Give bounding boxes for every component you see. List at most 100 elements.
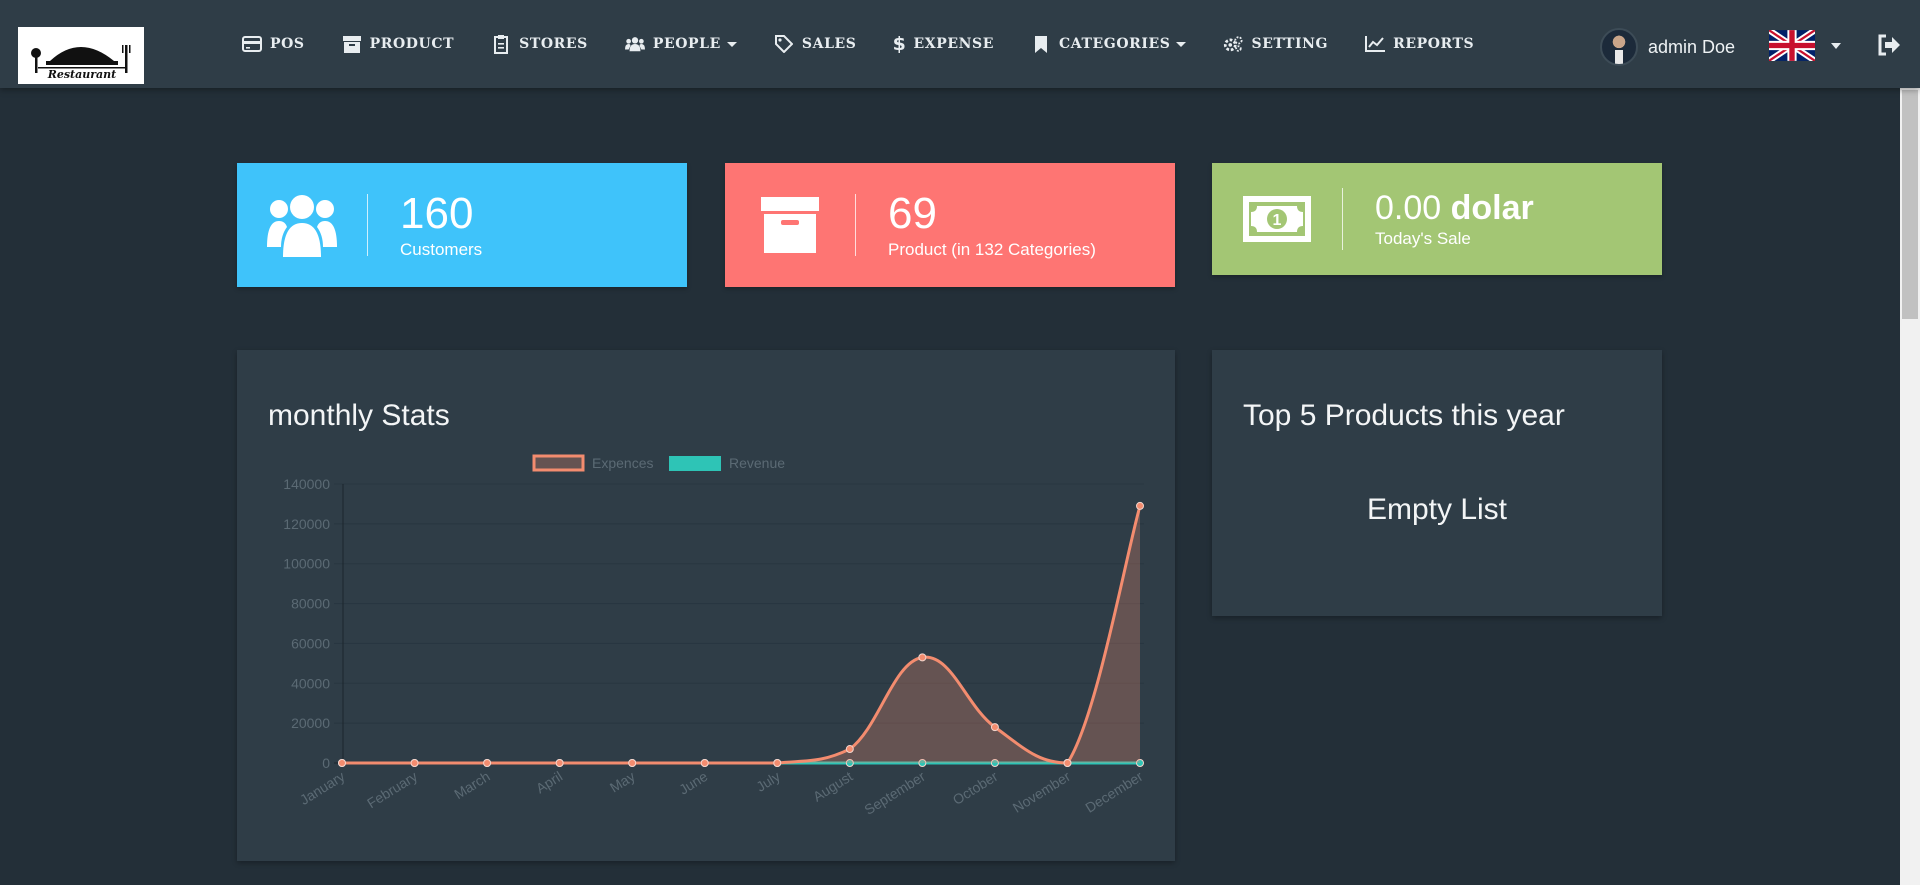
nav-people-label: PEOPLE <box>652 36 721 52</box>
nav-pos-label: POS <box>270 36 305 52</box>
logo-text: Restaurant <box>47 68 117 81</box>
cogs-icon <box>1223 34 1244 54</box>
legend-swatch-expences <box>532 454 585 472</box>
nav-people[interactable]: PEOPLE <box>624 0 737 88</box>
logout-icon[interactable] <box>1877 34 1901 56</box>
x-tick-label: April <box>533 768 565 796</box>
expences-point <box>555 759 564 767</box>
legend-label-expences: Expences <box>592 455 653 471</box>
expences-area <box>342 505 1140 763</box>
expences-point <box>410 759 419 767</box>
language-dropdown-caret-icon[interactable] <box>1831 43 1841 49</box>
nav-stores[interactable]: STORES <box>491 0 588 88</box>
monthly-stats-panel: monthly Stats 0 20000 40000 60000 80000 10000… <box>237 350 1175 861</box>
chevron-down-icon <box>726 41 737 47</box>
customers-count: 160 <box>400 189 474 238</box>
card-divider <box>1342 188 1343 250</box>
x-tick-label: May <box>607 768 638 796</box>
x-tick-label: July <box>753 768 783 795</box>
x-tick-label: November <box>1010 768 1074 816</box>
y-tick-label: 80000 <box>291 596 330 612</box>
nav-sales-label: SALES <box>801 36 857 52</box>
user-name: admin Doe <box>1648 36 1736 57</box>
credit-card-icon <box>242 34 262 54</box>
x-tick-label: February <box>364 768 420 811</box>
sales-amount: 0.00 dolar <box>1375 189 1534 227</box>
products-card[interactable]: 69 Product (in 132 Categories) <box>725 163 1175 287</box>
users-icon <box>624 34 645 54</box>
y-tick-label: 100000 <box>283 556 330 572</box>
x-tick-label: October <box>950 768 1001 808</box>
nav-setting[interactable]: SETTING <box>1223 0 1328 88</box>
empty-list-message: Empty List <box>1366 493 1508 526</box>
users-icon <box>237 193 367 257</box>
expences-point <box>990 723 999 732</box>
expences-point <box>845 745 854 754</box>
sales-label: Today's Sale <box>1375 229 1471 248</box>
scrollbar-thumb[interactable] <box>1902 90 1918 319</box>
main-menu: POS PRODUCT STORES PEOPLE SALES $ EXPENS… <box>242 0 1511 88</box>
expences-point <box>628 759 637 767</box>
user-menu[interactable]: admin Doe <box>1600 28 1735 66</box>
money-bill-icon: 1 <box>1212 196 1342 242</box>
card-divider <box>855 194 856 256</box>
archive-icon <box>342 34 362 54</box>
expences-point <box>773 759 782 767</box>
monthly-stats-chart: 0 20000 40000 60000 80000 100000 120000 140000 J… <box>283 454 1146 818</box>
sales-value: 0.00 <box>1375 189 1442 227</box>
nav-pos[interactable]: POS <box>242 0 305 88</box>
y-tick-label: 20000 <box>291 715 330 731</box>
svg-text:1: 1 <box>1273 212 1282 229</box>
nav-setting-label: SETTING <box>1251 36 1329 52</box>
legend-label-revenue: Revenue <box>729 455 785 471</box>
nav-expense[interactable]: $ EXPENSE <box>892 0 995 88</box>
clipboard-icon <box>491 34 511 54</box>
uk-flag-icon[interactable] <box>1767 27 1817 64</box>
expences-point <box>338 759 346 767</box>
chevron-down-icon <box>1176 41 1187 47</box>
x-tick-label: June <box>676 768 710 798</box>
nav-categories[interactable]: CATEGORIES <box>1031 0 1187 88</box>
y-tick-label: 40000 <box>291 675 330 691</box>
dollar-icon: $ <box>892 33 907 55</box>
bookmark-icon <box>1031 34 1051 54</box>
customers-card[interactable]: 160 Customers <box>237 163 687 287</box>
nav-reports[interactable]: REPORTS <box>1365 0 1474 88</box>
nav-stores-label: STORES <box>519 36 588 52</box>
nav-sales[interactable]: SALES <box>774 0 857 88</box>
y-tick-label: 60000 <box>291 635 330 651</box>
products-count: 69 <box>888 189 937 238</box>
x-tick-label: January <box>297 768 348 808</box>
sales-currency: dolar <box>1450 189 1534 227</box>
expences-point <box>1063 759 1072 767</box>
nav-product[interactable]: PRODUCT <box>342 0 454 88</box>
restaurant-logo-image: Restaurant <box>31 44 131 81</box>
y-tick-label: 140000 <box>283 476 330 492</box>
top-products-title: Top 5 Products this year <box>1243 399 1565 432</box>
y-tick-label: 0 <box>322 755 330 771</box>
x-tick-label: August <box>810 768 856 805</box>
customers-label: Customers <box>400 240 483 259</box>
top-products-panel: Top 5 Products this year Empty List <box>1212 350 1662 616</box>
restaurant-logo[interactable]: Restaurant <box>18 27 144 84</box>
avatar <box>1600 28 1638 66</box>
nav-product-label: PRODUCT <box>369 36 455 52</box>
sales-card[interactable]: 1 0.00 dolar Today's Sale <box>1212 163 1662 275</box>
top-navbar: Restaurant POS PRODUCT STORES PEOPLE SAL… <box>0 0 1920 88</box>
expences-point <box>918 653 927 662</box>
x-tick-label: December <box>1082 768 1146 816</box>
expences-line <box>341 505 1142 765</box>
line-chart-icon <box>1365 34 1386 54</box>
expences-point <box>483 759 492 767</box>
products-label: Product (in 132 Categories) <box>888 240 1096 259</box>
card-divider <box>367 194 368 256</box>
nav-reports-label: REPORTS <box>1393 36 1475 52</box>
x-tick-label: September <box>861 768 928 818</box>
expences-point <box>700 759 709 767</box>
y-tick-label: 120000 <box>283 516 330 532</box>
tag-icon <box>774 34 794 54</box>
expences-point <box>1136 501 1144 510</box>
x-tick-label: March <box>451 768 492 802</box>
legend-swatch-revenue <box>669 456 721 471</box>
nav-categories-label: CATEGORIES <box>1059 36 1171 52</box>
